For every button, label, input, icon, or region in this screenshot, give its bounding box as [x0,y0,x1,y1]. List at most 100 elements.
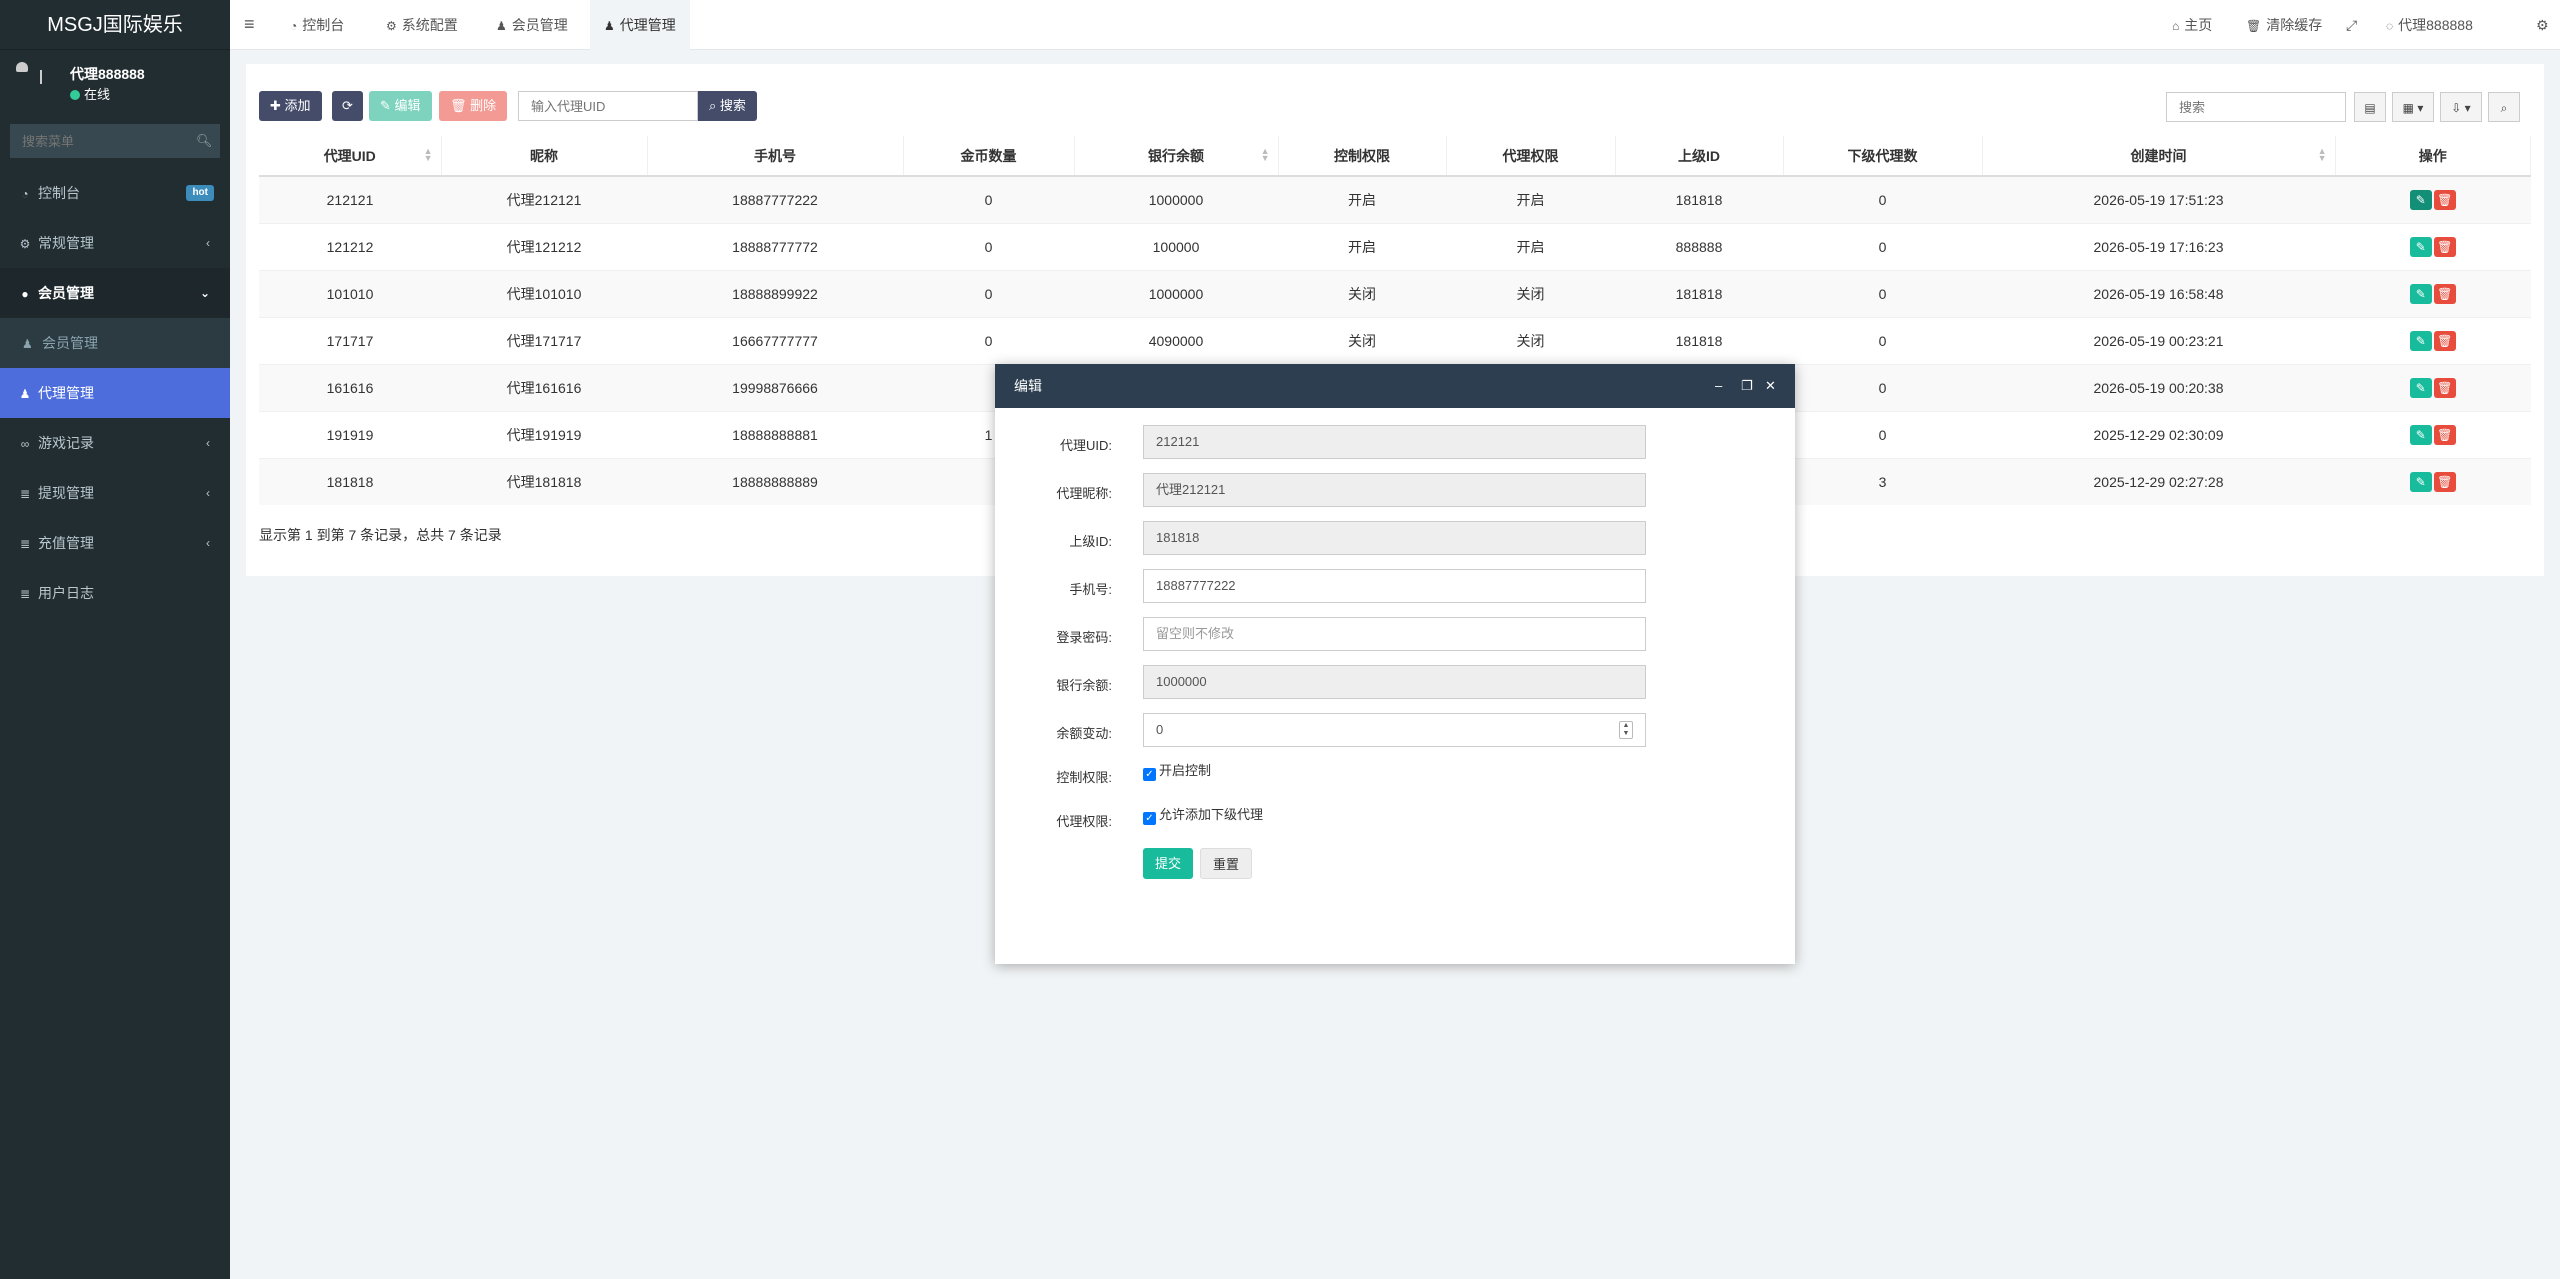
col-header[interactable]: 银行余额 ▲ ▼ [1074,136,1279,177]
col-header: 操作 [2335,136,2531,177]
table-cell: 关闭 [1446,316,1615,364]
sidebar-search-input[interactable] [10,124,220,158]
top-user-menu[interactable]: ◌ 代理888888 [2386,0,2473,50]
form-row-bank: 银行余额: 1000000 [995,665,1795,699]
sidebar-item-user-log[interactable]: ≣ 用户日志 [0,568,230,618]
avatar-icon: ◌ [2386,19,2394,33]
col-header: 昵称 [441,136,648,177]
user-status: 在线 [70,84,110,103]
table-row[interactable]: 121212 代理121212 18888777772 0 100000 开启 开启 8888… [259,222,2531,270]
row-edit-icon[interactable]: ✎ [2409,283,2432,304]
app-logo[interactable]: MSGJ国际娱乐 [0,0,230,50]
col-header[interactable]: 代理UID ▲ ▼ [259,136,442,177]
close-icon[interactable]: ✕ [1765,364,1776,408]
phone-label: 手机号: [1069,582,1112,597]
control-checkbox[interactable]: ✓ 开启控制 [1143,760,1211,781]
table-cell: 181818 [1615,269,1783,317]
uid-field[interactable]: 212121 [1143,425,1646,459]
tab-system-config[interactable]: ⚙ 系统配置 [372,0,472,50]
table-cell: 101010 [259,269,441,317]
table-row[interactable]: 212121 代理212121 18887777222 0 1000000 开启 开启 181… [259,175,2531,223]
sidebar-item-members[interactable]: ● 会员管理 ⌄ [0,268,230,318]
sidebar-item-agents[interactable]: ♟ 代理管理 [0,368,230,418]
col-header: 手机号 [647,136,904,177]
table-search-input[interactable] [2166,92,2346,122]
checkbox-checked-icon[interactable]: ✓ [1143,812,1156,825]
table-cell: 1000000 [1074,269,1278,317]
row-edit-icon[interactable]: ✎ [2409,189,2432,210]
sidebar-item-withdraw[interactable]: ≣ 提现管理 ‹ [0,468,230,518]
row-delete-icon[interactable]: 🗑︎ [2433,283,2456,304]
columns-icon[interactable]: ▦ ▾ [2392,92,2434,122]
export-icon[interactable]: ⇩ ▾ [2440,92,2482,122]
stepper-arrows-icon[interactable]: ▲ ▼ [1619,721,1633,739]
submit-button[interactable]: 提交 [1143,848,1194,879]
tab-members[interactable]: ♟ 会员管理 [482,0,582,50]
sidebar-subitem-members[interactable]: ♟ 会员管理 [0,318,230,368]
refresh-button[interactable]: ⟳ [332,91,363,121]
row-edit-icon[interactable]: ✎ [2409,471,2432,492]
row-delete-icon[interactable]: 🗑︎ [2433,424,2456,445]
table-cell: 代理191919 [441,410,647,458]
fullscreen-icon[interactable]: ⤢ [2346,0,2357,50]
table-row[interactable]: 101010 代理101010 18888899922 0 1000000 关闭 关闭 181… [259,269,2531,317]
agent-checkbox[interactable]: ✓ 允许添加下级代理 [1143,804,1263,825]
sidebar-item-dashboard[interactable]: ◔ 控制台 hot [0,168,230,218]
sort-icon[interactable]: ▲ ▼ [424,147,433,163]
phone-field[interactable]: 18887777222 [1143,569,1646,603]
sort-icon[interactable]: ▲ ▼ [1261,147,1270,163]
row-delete-icon[interactable]: 🗑︎ [2433,377,2456,398]
dialog-title: 编辑 [1014,378,1042,394]
tab-dashboard[interactable]: ◔ 控制台 [276,0,358,50]
row-delete-icon[interactable]: 🗑︎ [2433,189,2456,210]
row-delete-icon[interactable]: 🗑︎ [2433,236,2456,257]
menu-toggle-icon[interactable]: ≡ [244,14,255,35]
row-edit-icon[interactable]: ✎ [2409,330,2432,351]
clear-cache-link[interactable]: 🗑︎ 清除缓存 [2246,0,2322,50]
col-header[interactable]: 创建时间 ▲ ▼ [1982,136,2336,177]
form-row-password: 登录密码: 留空则不修改 [995,617,1795,651]
home-icon: ⌂ [2172,19,2180,33]
table-row[interactable]: 171717 代理171717 16667777777 0 4090000 关闭 关闭 181… [259,316,2531,364]
edit-button[interactable]: ✎ 编辑 [369,91,432,121]
search-icon[interactable]: 🔍︎ [196,133,213,148]
table-header-row: 代理UID ▲ ▼ 昵称 手机号 金币数量 银行余额 ▲ ▼ 控制权限 代理权限 上级I… [259,136,2531,177]
row-edit-icon[interactable]: ✎ [2409,377,2432,398]
bank-balance-field[interactable]: 1000000 [1143,665,1646,699]
dashboard-icon: ◔ [21,187,29,201]
password-field[interactable]: 留空则不修改 [1143,617,1646,651]
row-edit-icon[interactable]: ✎ [2409,424,2432,445]
minimize-icon[interactable]: – [1715,364,1722,408]
parent-id-field[interactable]: 181818 [1143,521,1646,555]
table-cell: 2026-05-19 00:23:21 [1982,316,2335,364]
tab-agents[interactable]: ♟ 代理管理 [590,0,690,50]
sidebar-item-game-records[interactable]: ∞ 游戏记录 ‹ [0,418,230,468]
col-header: 上级ID [1615,136,1784,177]
form-row-control: 控制权限: ✓ 开启控制 [995,757,1795,791]
home-link[interactable]: ⌂ 主页 [2172,0,2212,50]
sort-icon[interactable]: ▲ ▼ [2318,147,2327,163]
table-cell: 2026-05-19 17:16:23 [1982,222,2335,270]
add-button[interactable]: ✚ 添加 [259,91,322,121]
advanced-search-icon[interactable]: ⌕ [2488,92,2520,122]
balance-change-stepper[interactable]: 0 ▲ ▼ [1143,713,1646,747]
row-edit-icon[interactable]: ✎ [2409,236,2432,257]
agent-uid-input[interactable] [518,91,698,121]
col-header: 金币数量 [903,136,1075,177]
search-button[interactable]: ⌕ 搜索 [698,91,757,121]
toggle-view-icon[interactable]: ▤ [2354,92,2386,122]
table-cell: 开启 [1446,222,1615,270]
table-cell: 开启 [1446,175,1615,223]
maximize-icon[interactable]: ❐ [1741,364,1753,408]
settings-gear-icon[interactable]: ⚙ [2536,0,2549,50]
checkbox-checked-icon[interactable]: ✓ [1143,768,1156,781]
nickname-field[interactable]: 代理212121 [1143,473,1646,507]
sidebar-item-general[interactable]: ⚙ 常规管理 ‹ [0,218,230,268]
table-cell: 18887777222 [647,175,903,223]
sidebar-item-recharge[interactable]: ≣ 充值管理 ‹ [0,518,230,568]
table-cell: 0 [1783,363,1982,411]
reset-button[interactable]: 重置 [1200,848,1253,879]
row-delete-icon[interactable]: 🗑︎ [2433,330,2456,351]
delete-button[interactable]: 🗑︎ 删除 [439,91,508,121]
row-delete-icon[interactable]: 🗑︎ [2433,471,2456,492]
